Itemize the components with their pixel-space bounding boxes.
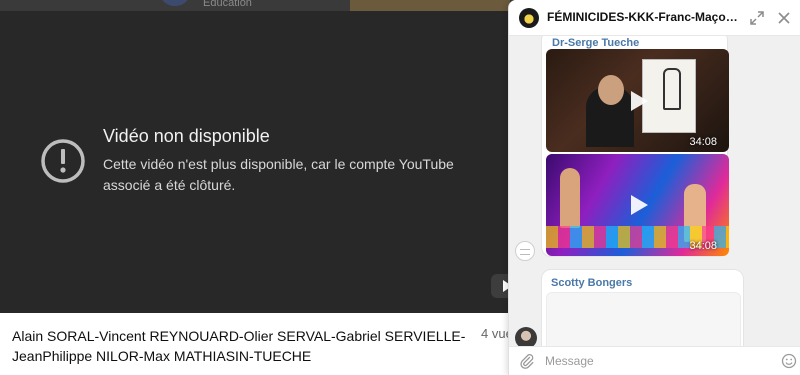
alert-circle-icon — [41, 139, 85, 183]
media-placeholder[interactable] — [546, 292, 741, 346]
sender-avatar[interactable] — [515, 241, 535, 261]
related-strip: Éducation — [0, 0, 530, 11]
message-list[interactable]: Dr-Serge Tueche 34:08 34:08 Scotty Bonge… — [509, 36, 800, 346]
channel-avatar[interactable] — [160, 0, 190, 6]
message-sender[interactable]: Dr-Serge Tueche — [552, 37, 639, 49]
video-attachment[interactable]: 34:08 — [546, 49, 729, 152]
chat-header: FÉMINICIDES-KKK-Franc-Maçonn... — [509, 0, 800, 36]
thumbnail-face — [598, 75, 624, 105]
page: Éducation Vidéo non disponible Cette vid… — [0, 0, 800, 375]
chat-panel: FÉMINICIDES-KKK-Franc-Maçonn... Dr-Serge… — [508, 0, 800, 375]
expand-icon[interactable] — [749, 10, 765, 26]
play-icon[interactable] — [626, 89, 650, 113]
video-title: Alain SORAL-Vincent REYNOUARD-Olier SERV… — [12, 328, 466, 364]
group-avatar[interactable] — [519, 8, 539, 28]
unavailable-title: Vidéo non disponible — [103, 126, 270, 146]
unavailable-message: Cette vidéo n'est plus disponible, car l… — [103, 156, 454, 193]
thumbnail-document — [642, 59, 696, 133]
play-icon[interactable] — [626, 193, 650, 217]
video-attachment[interactable]: 34:08 — [546, 154, 729, 256]
video-duration: 34:08 — [689, 240, 717, 252]
message-sender[interactable]: Scotty Bongers — [551, 277, 632, 289]
paperclip-icon[interactable] — [519, 353, 535, 369]
channel-category: Éducation — [203, 0, 252, 9]
related-thumbnail[interactable] — [350, 0, 510, 11]
emoji-icon[interactable] — [781, 353, 797, 369]
chat-title[interactable]: FÉMINICIDES-KKK-Franc-Maçonn... — [547, 10, 743, 24]
thumbnail-figure — [560, 168, 580, 228]
close-icon[interactable] — [775, 9, 793, 27]
message-input[interactable] — [545, 351, 765, 371]
message-bubble: Dr-Serge Tueche 34:08 34:08 — [541, 36, 729, 257]
message-composer — [509, 346, 800, 375]
video-duration: 34:08 — [689, 136, 717, 148]
sender-avatar[interactable] — [515, 327, 537, 346]
video-player[interactable]: Éducation Vidéo non disponible Cette vid… — [0, 0, 530, 313]
message-bubble: Scotty Bongers — [541, 269, 744, 346]
